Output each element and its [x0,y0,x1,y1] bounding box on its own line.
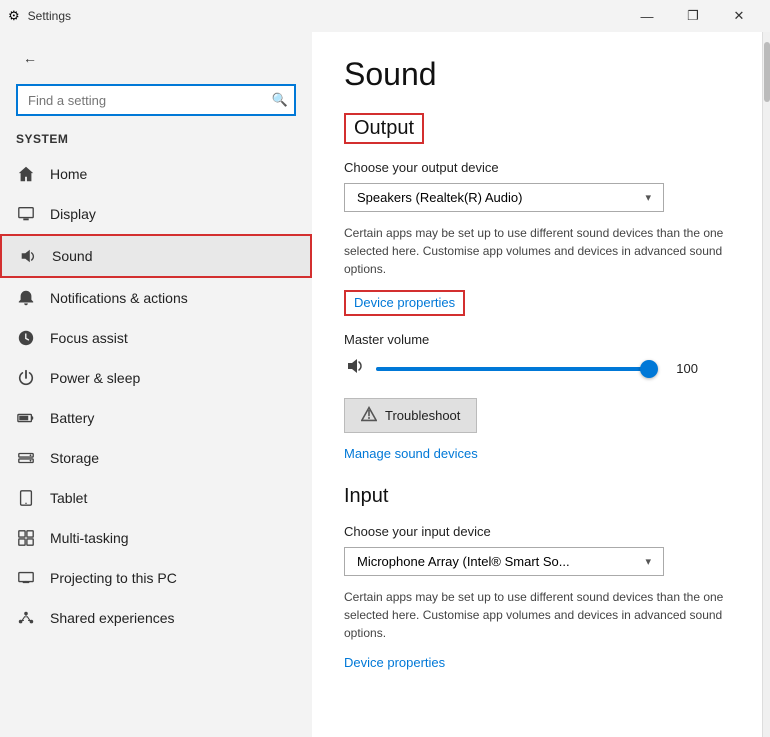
title-bar-title: Settings [28,9,71,23]
title-bar: ⚙ Settings — ❐ ✕ [0,0,770,32]
settings-icon: ⚙ [8,8,20,24]
input-device-properties-link[interactable]: Device properties [344,655,445,670]
sidebar-item-battery-label: Battery [50,410,94,426]
sidebar-item-power[interactable]: Power & sleep [0,358,312,398]
sidebar-item-display[interactable]: Display [0,194,312,234]
input-dropdown-arrow-icon: ▾ [645,555,651,568]
title-bar-left: ⚙ Settings [8,8,71,24]
input-section-title: Input [344,485,730,508]
output-device-dropdown[interactable]: Speakers (Realtek(R) Audio) ▾ [344,183,664,212]
sidebar-item-sound[interactable]: Sound [0,234,312,278]
output-title: Output [354,117,414,140]
search-icon: 🔍 [272,92,288,108]
sidebar-item-display-label: Display [50,206,96,222]
sidebar-header: ← [0,32,312,80]
input-device-label: Choose your input device [344,524,730,539]
sidebar-item-home[interactable]: Home [0,154,312,194]
volume-icon [344,355,366,382]
sound-icon [18,246,38,266]
volume-section: Master volume 100 [344,332,730,382]
sidebar-item-storage-label: Storage [50,450,99,466]
search-input[interactable] [16,84,296,116]
volume-slider[interactable] [376,359,656,379]
scroll-thumb[interactable] [764,42,770,102]
output-device-value: Speakers (Realtek(R) Audio) [357,190,522,205]
troubleshoot-label: Troubleshoot [385,408,460,423]
sidebar-item-sound-label: Sound [52,248,92,264]
sidebar-item-tablet-label: Tablet [50,490,87,506]
sidebar: ← 🔍 System Home Display Sound [0,32,312,737]
slider-fill [376,367,656,371]
tablet-icon [16,488,36,508]
output-section-box: Output [344,113,424,144]
search-box: 🔍 [16,84,296,116]
manage-sound-devices-link[interactable]: Manage sound devices [344,446,478,461]
output-info-text: Certain apps may be set up to use differ… [344,224,730,278]
notifications-icon [16,288,36,308]
output-device-label: Choose your output device [344,160,730,175]
projecting-icon [16,568,36,588]
sidebar-item-focus-label: Focus assist [50,330,128,346]
app-body: ← 🔍 System Home Display Sound [0,32,770,737]
volume-label: Master volume [344,332,730,347]
page-title: Sound [344,56,730,93]
sidebar-item-battery[interactable]: Battery [0,398,312,438]
sidebar-item-storage[interactable]: Storage [0,438,312,478]
battery-icon [16,408,36,428]
device-properties-box: Device properties [344,290,465,316]
sidebar-item-shared-label: Shared experiences [50,610,175,626]
sidebar-item-notifications[interactable]: Notifications & actions [0,278,312,318]
input-info-text: Certain apps may be set up to use differ… [344,588,730,642]
sidebar-item-projecting[interactable]: Projecting to this PC [0,558,312,598]
device-properties-link[interactable]: Device properties [354,295,455,310]
troubleshoot-button[interactable]: Troubleshoot [344,398,477,433]
sidebar-item-projecting-label: Projecting to this PC [50,570,177,586]
display-icon [16,204,36,224]
dropdown-arrow-icon: ▾ [645,191,651,204]
sidebar-item-notifications-label: Notifications & actions [50,290,188,306]
volume-row: 100 [344,355,730,382]
volume-value: 100 [666,361,698,376]
slider-thumb[interactable] [640,360,658,378]
sidebar-item-home-label: Home [50,166,87,182]
title-bar-controls: — ❐ ✕ [624,0,762,32]
scroll-indicator [762,32,770,737]
sidebar-item-multitasking-label: Multi-tasking [50,530,129,546]
back-button[interactable]: ← [16,44,44,72]
minimize-button[interactable]: — [624,0,670,32]
sidebar-section-label: System [0,128,312,154]
sidebar-item-power-label: Power & sleep [50,370,140,386]
storage-icon [16,448,36,468]
sidebar-item-shared[interactable]: Shared experiences [0,598,312,638]
content-area: Sound Output Choose your output device S… [312,32,762,737]
sidebar-item-focus[interactable]: Focus assist [0,318,312,358]
sidebar-item-multitasking[interactable]: Multi-tasking [0,518,312,558]
maximize-button[interactable]: ❐ [670,0,716,32]
home-icon [16,164,36,184]
warning-icon [361,406,377,425]
power-icon [16,368,36,388]
input-device-value: Microphone Array (Intel® Smart So... [357,554,570,569]
input-device-dropdown[interactable]: Microphone Array (Intel® Smart So... ▾ [344,547,664,576]
sidebar-item-tablet[interactable]: Tablet [0,478,312,518]
close-button[interactable]: ✕ [716,0,762,32]
multitasking-icon [16,528,36,548]
slider-track [376,367,656,371]
shared-icon [16,608,36,628]
focus-icon [16,328,36,348]
